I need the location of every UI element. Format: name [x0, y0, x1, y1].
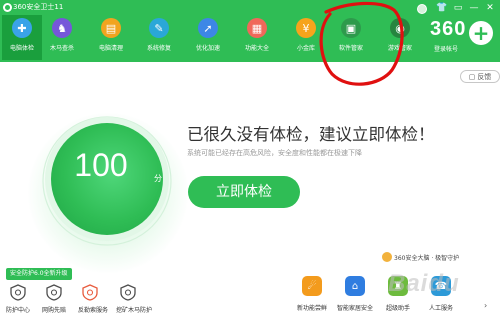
- nav-item-2[interactable]: ▤ 电脑清理: [91, 15, 131, 60]
- nav-item-label: 软件管家: [338, 45, 363, 52]
- login-link[interactable]: 登录帐号: [434, 44, 458, 53]
- protection-item-label: 挖矿木马防护: [116, 307, 153, 314]
- cleanup-icon: ▤: [101, 18, 121, 38]
- nav-item-label: 系统修复: [146, 45, 171, 52]
- customer-service-icon: ☎: [431, 276, 451, 296]
- rocket-icon: ➚: [198, 18, 218, 38]
- tool-item-1[interactable]: ⌂ 智能家居安全: [333, 276, 377, 320]
- monitor-check-icon: ✚: [12, 18, 32, 38]
- protection-item-label: 防护中心: [6, 307, 31, 314]
- protection-item-label: 反勒索服务: [78, 307, 109, 314]
- new-feature-icon: ☄: [302, 276, 322, 296]
- trojan-scan-icon: ♞: [52, 18, 72, 38]
- smart-home-icon: ⌂: [345, 276, 365, 296]
- minimize-icon[interactable]: —: [467, 1, 481, 15]
- 360-logo-icon: [3, 3, 12, 12]
- main-nav: ✚ 电脑体检 ♞ 木马查杀 ▤ 电脑清理 ✎ 系统修复 ➚ 优化加速 ▦ 功能大全 ¥ 小金库 ▣ 软件管家 ◉…: [0, 15, 420, 60]
- nav-item-8[interactable]: ◉ 游戏管家: [380, 15, 420, 60]
- nav-item-1[interactable]: ♞ 木马查杀: [42, 15, 82, 60]
- tool-item-0[interactable]: ☄ 新功能尝鲜: [290, 276, 334, 320]
- app-title: 360安全卫士11: [13, 3, 64, 11]
- feedback-link[interactable]: ▢ 反馈: [460, 70, 500, 83]
- nav-item-label: 优化加速: [195, 45, 220, 52]
- avatar[interactable]: [417, 4, 427, 14]
- title-bar: 360安全卫士11 👕 ▭ — ✕: [0, 0, 500, 16]
- brain-status[interactable]: 360安全大脑 · 极智守护: [394, 253, 459, 262]
- repair-icon: ✎: [149, 18, 169, 38]
- check-now-button[interactable]: 立即体检: [188, 176, 300, 208]
- assistant-icon: ♜: [388, 276, 408, 296]
- score-value: 100: [74, 147, 128, 183]
- brain-icon: [382, 252, 392, 262]
- shopping-cart-icon: [46, 284, 62, 301]
- software-manager-icon: ▣: [341, 18, 361, 38]
- window-controls: 👕 ▭ — ✕: [435, 1, 497, 15]
- tool-item-3[interactable]: ☎ 人工服务: [419, 276, 463, 320]
- score-circle: 100 分: [51, 123, 163, 235]
- header: 360安全卫士11 👕 ▭ — ✕ ✚ 电脑体检 ♞ 木马查杀 ▤ 电脑清理 ✎ 系统修复 ➚ 优…: [0, 0, 500, 62]
- score-unit: 分: [154, 174, 162, 183]
- add-button[interactable]: +: [469, 21, 493, 45]
- nav-item-3[interactable]: ✎ 系统修复: [139, 15, 179, 60]
- close-icon[interactable]: ✕: [483, 1, 497, 15]
- nav-item-label: 功能大全: [244, 45, 269, 52]
- coin-icon: ¥: [296, 18, 316, 38]
- tool-item-2[interactable]: ♜ 超级助手: [376, 276, 420, 320]
- nav-item-0[interactable]: ✚ 电脑体检: [2, 15, 42, 60]
- shield-icon: [10, 284, 26, 301]
- page-title: 已很久没有体检，建议立即体检！: [187, 125, 435, 144]
- nav-item-5[interactable]: ▦ 功能大全: [237, 15, 277, 60]
- nav-item-label: 游戏管家: [387, 45, 412, 52]
- feedback-icon: ▢: [468, 72, 476, 81]
- gamepad-icon: ◉: [390, 18, 410, 38]
- nav-item-label: 木马查杀: [49, 45, 74, 52]
- feedback-label: 反馈: [477, 72, 492, 81]
- status-description: 系统可能已经存在高危风险，安全度和性能都在极速下降: [187, 149, 362, 157]
- nav-item-6[interactable]: ¥ 小金库: [286, 15, 326, 60]
- mining-protect-icon: [120, 284, 136, 301]
- skin-icon[interactable]: 👕: [435, 1, 449, 15]
- protection-item-label: 网购先赔: [42, 307, 67, 314]
- anti-ransom-icon: [82, 284, 98, 301]
- app-window: 360安全卫士11 👕 ▭ — ✕ ✚ 电脑体检 ♞ 木马查杀 ▤ 电脑清理 ✎ 系统修复 ➚ 优…: [0, 0, 500, 324]
- menu-icon[interactable]: ▭: [451, 1, 465, 15]
- tool-item-label: 人工服务: [428, 305, 453, 312]
- chevron-right-icon[interactable]: ›: [484, 301, 494, 311]
- nav-item-7[interactable]: ▣ 软件管家: [331, 15, 371, 60]
- grid-icon: ▦: [247, 18, 267, 38]
- protection-upgrade-badge[interactable]: 安全防护6.0全新升级: [6, 268, 72, 280]
- nav-item-4[interactable]: ➚ 优化加速: [188, 15, 228, 60]
- brand-logo: 360: [430, 18, 467, 40]
